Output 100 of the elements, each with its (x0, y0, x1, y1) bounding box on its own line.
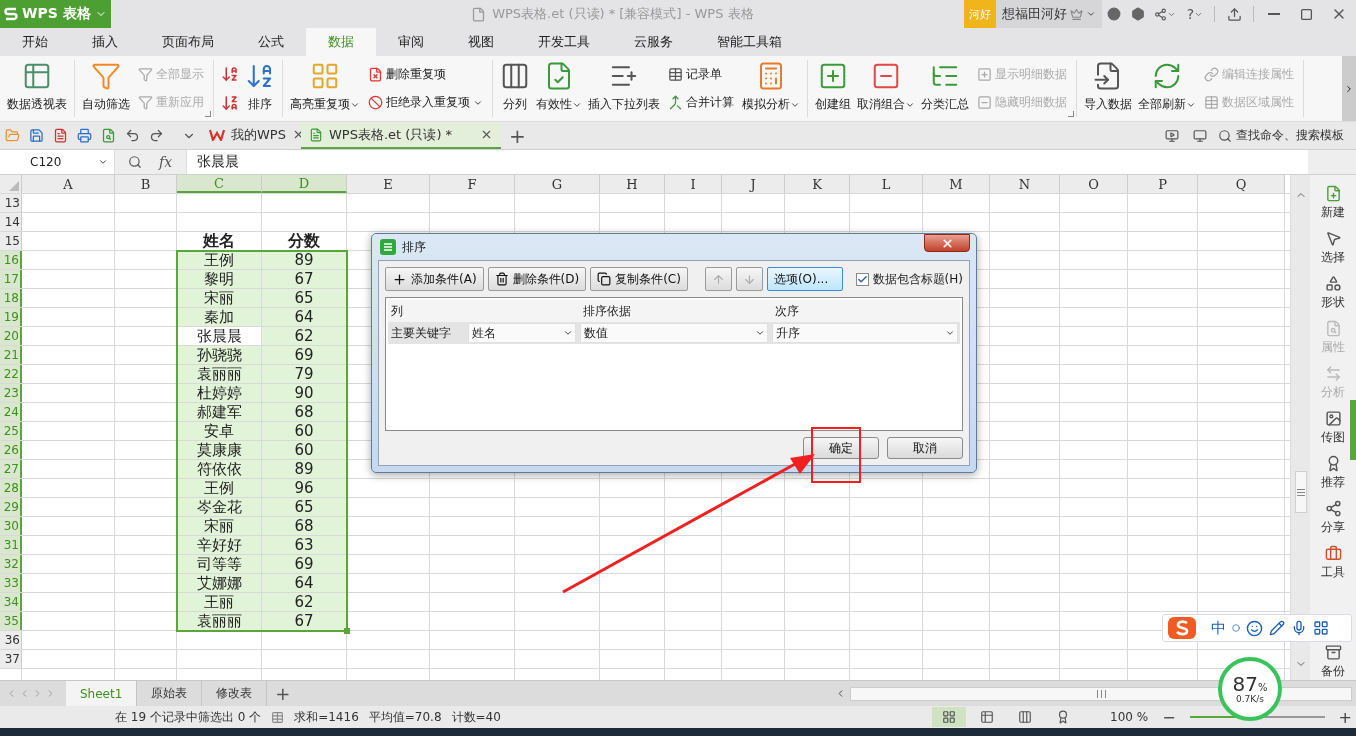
menu-tab[interactable]: 审阅 (376, 28, 446, 56)
dialog-launcher-icon[interactable] (1068, 111, 1074, 117)
options-button[interactable]: 选项(O)... (766, 267, 843, 291)
app-logo-icon (4, 7, 18, 21)
help-button[interactable]: ? (1180, 0, 1210, 28)
ribbon-button[interactable]: 取消组合 (854, 60, 918, 117)
column-header[interactable]: M (923, 175, 990, 193)
document-tab[interactable]: WPS表格.et (只读) * (301, 122, 501, 149)
vertical-scrollbar[interactable] (1290, 175, 1310, 680)
row-header[interactable]: 13 (0, 194, 22, 212)
ribbon-button[interactable]: 模拟分析 (739, 60, 803, 117)
new-tab-button[interactable]: + (501, 122, 534, 149)
menu-tab[interactable]: 公式 (236, 28, 306, 56)
column-header[interactable]: J (722, 175, 785, 193)
column-header[interactable]: O (1060, 175, 1128, 193)
column-header[interactable]: E (347, 175, 430, 193)
row-header[interactable]: 14 (0, 213, 22, 231)
ribbon-button[interactable]: 分类汇总 (918, 60, 972, 117)
toolbar-button[interactable]: 添加条件(A) (385, 267, 484, 291)
ribbon-button[interactable]: 导入数据 (1081, 60, 1135, 117)
function-button[interactable]: fx (155, 150, 187, 174)
link-icon (1204, 66, 1219, 82)
ribbon-button[interactable]: 高亮重复项 (287, 60, 363, 117)
menu-tab[interactable]: 云服务 (612, 28, 695, 56)
column-header[interactable]: K (785, 175, 850, 193)
column-header[interactable]: I (665, 175, 722, 193)
sidebar-button[interactable]: 传图 (1321, 408, 1345, 450)
sidebar-button[interactable]: 分享 (1321, 498, 1345, 540)
ribbon-button[interactable]: 分列 (497, 60, 533, 117)
ribbon-button[interactable]: 有效性 (533, 60, 585, 117)
sidebar-button[interactable]: 选择 (1321, 228, 1345, 270)
document-tab[interactable]: 我的WPS (201, 122, 301, 149)
ribbon-button[interactable]: 插入下拉列表 (585, 60, 663, 117)
normal-view-button[interactable] (932, 707, 967, 727)
menu-tab[interactable]: 页面布局 (140, 28, 236, 56)
image-icon (1324, 410, 1342, 427)
close-button[interactable] (924, 234, 970, 252)
column-header[interactable]: P (1128, 175, 1198, 193)
add-sheet-button[interactable]: + (267, 681, 299, 706)
menu-tab[interactable]: 开发工具 (516, 28, 612, 56)
menu-tab[interactable]: 插入 (70, 28, 140, 56)
checkbox[interactable] (855, 272, 869, 286)
ribbon-button[interactable]: 自动筛选 (79, 60, 133, 117)
name-box[interactable]: C120 (0, 150, 115, 174)
row-header[interactable]: 15 (0, 232, 22, 250)
row-header[interactable]: 37 (0, 650, 22, 668)
column-header[interactable]: F (430, 175, 515, 193)
menu-tab[interactable]: 数据 (306, 28, 376, 56)
column-header[interactable]: H (600, 175, 665, 193)
dropdown-field[interactable]: 姓名 (468, 323, 576, 343)
column-header[interactable]: L (850, 175, 923, 193)
menu-tab[interactable]: 开始 (0, 28, 70, 56)
menu-tab[interactable]: 视图 (446, 28, 516, 56)
sidebar-button[interactable]: 推荐 (1321, 453, 1345, 495)
sidebar-button[interactable]: 工具 (1321, 543, 1345, 585)
scroll-thumb[interactable] (1294, 471, 1307, 513)
ribbon-button[interactable]: 删除重复项 (366, 63, 485, 85)
sidebar-button[interactable]: 备份 (1321, 644, 1345, 680)
sidebar-button[interactable]: 形状 (1321, 273, 1345, 315)
menu-tab[interactable]: 智能工具箱 (695, 28, 804, 56)
ribbon-button[interactable]: 数据透视表 (4, 60, 70, 117)
formula-input[interactable]: 张晨晨 (186, 150, 1308, 174)
ribbon-button[interactable]: 排序 (242, 60, 278, 117)
dialog-launcher-icon[interactable] (205, 111, 211, 117)
column-header[interactable]: G (515, 175, 600, 193)
sheet-tab[interactable]: Sheet1 (66, 681, 138, 706)
funnel-icon (138, 66, 153, 82)
table-cell: 王丽 (177, 593, 261, 611)
zoom-out-button[interactable]: − (1158, 707, 1180, 727)
input-mode[interactable]: 中 (1211, 618, 1226, 638)
ribbon-button[interactable]: 记录单 (666, 63, 736, 85)
table-cell: 司等等 (177, 555, 261, 573)
toolbar-button[interactable]: 复制条件(C) (590, 267, 688, 291)
ribbon-button[interactable]: 合并计算 (666, 92, 736, 114)
dropdown-field[interactable]: 数值 (580, 323, 768, 343)
ribbon-button[interactable]: 创建组 (812, 60, 854, 117)
archive-icon (1324, 644, 1342, 661)
panel-toggle-handle[interactable] (1350, 400, 1356, 460)
briefcase-icon (1324, 545, 1342, 562)
zoom-in-button[interactable]: + (1334, 707, 1356, 727)
sort-descending-button[interactable] (220, 93, 240, 112)
refresh-icon (1152, 61, 1182, 91)
sidebar-button[interactable]: 新建 (1321, 183, 1345, 225)
dropdown-field[interactable]: 升序 (772, 323, 958, 343)
command-search-field[interactable]: 查找命令、搜索模板 (1216, 127, 1346, 144)
column-header[interactable]: B (115, 175, 177, 193)
plus-icon (392, 271, 407, 287)
cancel-button[interactable]: 取消 (887, 437, 963, 459)
close-icon (480, 128, 493, 141)
ribbon-button[interactable]: 拒绝录入重复项 (366, 92, 485, 114)
sort-ascending-button[interactable] (220, 65, 240, 84)
column-header[interactable]: A (22, 175, 115, 193)
fill-handle[interactable] (344, 628, 350, 634)
column-header[interactable]: Q (1198, 175, 1285, 193)
ok-button[interactable]: 确定 (803, 437, 879, 459)
user-menu-button[interactable]: 想福田河好 (996, 0, 1102, 28)
row-header[interactable]: 36 (0, 631, 22, 649)
ribbon-button[interactable]: 全部刷新 (1135, 60, 1199, 117)
column-header[interactable]: N (990, 175, 1060, 193)
toolbar-button[interactable]: 删除条件(D) (487, 267, 587, 291)
